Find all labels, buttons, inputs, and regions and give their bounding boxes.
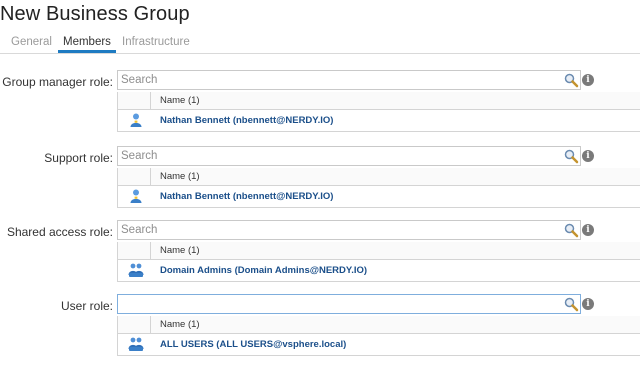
table-row[interactable]: ALL USERS (ALL USERS@vsphere.local) <box>118 334 640 355</box>
search-icon[interactable] <box>563 296 579 312</box>
group-manager-search-input[interactable] <box>118 71 561 89</box>
name-column-header[interactable]: Name (1) <box>160 245 200 256</box>
support-role-label: Support role: <box>44 151 113 165</box>
table-row[interactable]: Domain Admins (Domain Admins@NERDY.IO) <box>118 260 640 281</box>
support-search-box <box>117 146 581 166</box>
name-column-header[interactable]: Name (1) <box>160 319 200 330</box>
user-icon <box>130 113 142 127</box>
table-header: Name (1) <box>118 92 640 110</box>
table-header: Name (1) <box>118 168 640 186</box>
user-role-search-box <box>117 294 581 314</box>
tab-bar: General Members Infrastructure <box>0 33 640 54</box>
group-icon <box>128 337 144 351</box>
tab-members[interactable]: Members <box>58 36 116 53</box>
group-manager-role-label: Group manager role: <box>2 75 113 89</box>
group-manager-search-box <box>117 70 581 90</box>
selection-column-header <box>118 168 151 185</box>
group-manager-members-table: Name (1) Nathan Bennett (nbennett@NERDY.… <box>117 92 640 132</box>
table-header: Name (1) <box>118 242 640 260</box>
search-icon[interactable] <box>563 72 579 88</box>
user-role-members-table: Name (1) ALL USERS (ALL USERS@vsphere.lo… <box>117 316 640 356</box>
tab-infrastructure[interactable]: Infrastructure <box>121 36 191 48</box>
member-name[interactable]: Nathan Bennett (nbennett@NERDY.IO) <box>160 191 333 202</box>
name-column-header[interactable]: Name (1) <box>160 95 200 106</box>
search-icon[interactable] <box>563 148 579 164</box>
name-column-header[interactable]: Name (1) <box>160 171 200 182</box>
support-search-input[interactable] <box>118 147 561 165</box>
user-role-label: User role: <box>60 299 113 313</box>
member-name[interactable]: Nathan Bennett (nbennett@NERDY.IO) <box>160 115 333 126</box>
member-name[interactable]: Domain Admins (Domain Admins@NERDY.IO) <box>160 265 367 276</box>
group-icon <box>128 263 144 277</box>
support-members-table: Name (1) Nathan Bennett (nbennett@NERDY.… <box>117 168 640 208</box>
selection-column-header <box>118 316 151 333</box>
search-icon[interactable] <box>563 222 579 238</box>
table-header: Name (1) <box>118 316 640 334</box>
table-row[interactable]: Nathan Bennett (nbennett@NERDY.IO) <box>118 186 640 207</box>
shared-access-search-box <box>117 220 581 240</box>
user-role-search-input[interactable] <box>118 295 561 313</box>
info-icon[interactable]: i <box>582 298 594 310</box>
info-icon[interactable]: i <box>582 74 594 86</box>
shared-access-role-label: Shared access role: <box>6 225 113 239</box>
page-title: New Business Group <box>0 3 190 25</box>
shared-access-search-input[interactable] <box>118 221 561 239</box>
table-row[interactable]: Nathan Bennett (nbennett@NERDY.IO) <box>118 110 640 131</box>
info-icon[interactable]: i <box>582 150 594 162</box>
member-name[interactable]: ALL USERS (ALL USERS@vsphere.local) <box>160 339 346 350</box>
user-icon <box>130 189 142 203</box>
tab-general[interactable]: General <box>10 36 53 48</box>
selection-column-header <box>118 92 151 109</box>
info-icon[interactable]: i <box>582 224 594 236</box>
selection-column-header <box>118 242 151 259</box>
shared-access-members-table: Name (1) Domain Admins (Domain Admins@NE… <box>117 242 640 282</box>
